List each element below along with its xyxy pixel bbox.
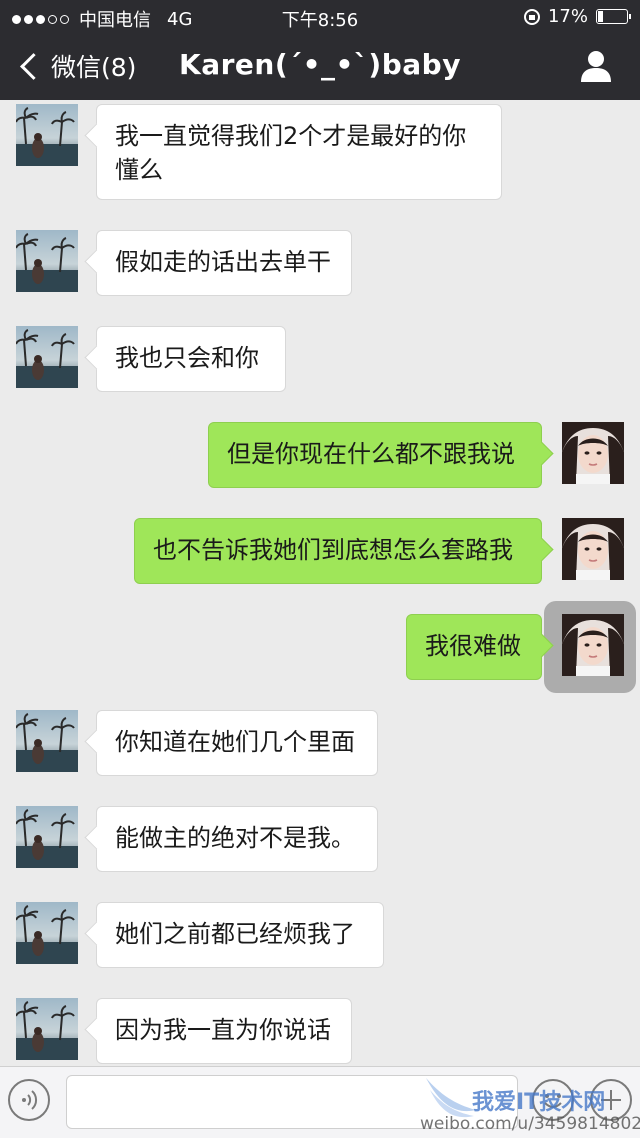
contact-avatar[interactable] (16, 710, 78, 772)
message-bubble[interactable]: 也不告诉我她们到底想怎么套路我 (134, 518, 542, 584)
battery-fill (598, 11, 603, 22)
message-bubble[interactable]: 因为我一直为你说话 (96, 998, 352, 1064)
message-bubble[interactable]: 她们之前都已经烦我了 (96, 902, 384, 968)
message-bubble[interactable]: 我也只会和你 (96, 326, 286, 392)
message-text: 她们之前都已经烦我了 (115, 920, 355, 948)
message-text: 我一直觉得我们2个才是最好的你懂么 (115, 122, 467, 184)
contact-avatar[interactable] (16, 230, 78, 292)
contact-avatar[interactable] (16, 902, 78, 964)
message-text: 假如走的话出去单干 (115, 248, 331, 276)
message-list[interactable]: 我一直觉得我们2个才是最好的你懂么假如走的话出去单干 我也只会和你但是你现在什么都… (0, 100, 640, 1066)
chat-title: Karen(´•_•`)baby (179, 48, 461, 81)
battery-percent: 17% (547, 6, 588, 27)
my-avatar[interactable] (562, 614, 624, 676)
voice-button[interactable] (8, 1079, 50, 1121)
message-text: 但是你现在什么都不跟我说 (227, 440, 515, 468)
person-icon (581, 51, 611, 82)
contact-avatar[interactable] (16, 806, 78, 868)
voice-icon (22, 1090, 38, 1110)
watermark-logo: 我爱IT技术网 (472, 1090, 606, 1115)
watermark: 我爱IT技术网 weibo.com/u/3459814802 (420, 1078, 640, 1138)
message-bubble[interactable]: 你知道在她们几个里面 (96, 710, 378, 776)
message-bubble[interactable]: 假如走的话出去单干 (96, 230, 352, 296)
top-bar: 中国电信 4G 下午8:56 17% 微信(8) Karen(´•_•`)bab… (0, 0, 640, 100)
message-bubble[interactable]: 但是你现在什么都不跟我说 (208, 422, 542, 488)
message-text: 能做主的绝对不是我。 (115, 824, 355, 852)
message-bubble[interactable]: 我很难做 (406, 614, 542, 680)
message-bubble[interactable]: 我一直觉得我们2个才是最好的你懂么 (96, 104, 502, 200)
contact-avatar[interactable] (16, 326, 78, 388)
message-text: 也不告诉我她们到底想怎么套路我 (153, 536, 513, 564)
my-avatar[interactable] (562, 518, 624, 580)
profile-button[interactable] (578, 48, 614, 84)
contact-avatar[interactable] (16, 998, 78, 1060)
message-bubble[interactable]: 能做主的绝对不是我。 (96, 806, 378, 872)
message-text: 我也只会和你 (115, 344, 259, 372)
status-bar: 中国电信 4G 下午8:56 17% (0, 0, 640, 34)
message-text: 因为我一直为你说话 (115, 1016, 331, 1044)
status-right: 17% (523, 6, 631, 27)
contact-avatar[interactable] (16, 104, 78, 166)
my-avatar[interactable] (562, 422, 624, 484)
message-text: 你知道在她们几个里面 (115, 728, 355, 756)
rotation-lock-icon (523, 8, 540, 25)
nav-bar: 微信(8) Karen(´•_•`)baby (0, 34, 640, 100)
watermark-url: weibo.com/u/3459814802 (420, 1114, 640, 1134)
battery-icon (596, 9, 631, 24)
message-text: 我很难做 (425, 632, 521, 660)
